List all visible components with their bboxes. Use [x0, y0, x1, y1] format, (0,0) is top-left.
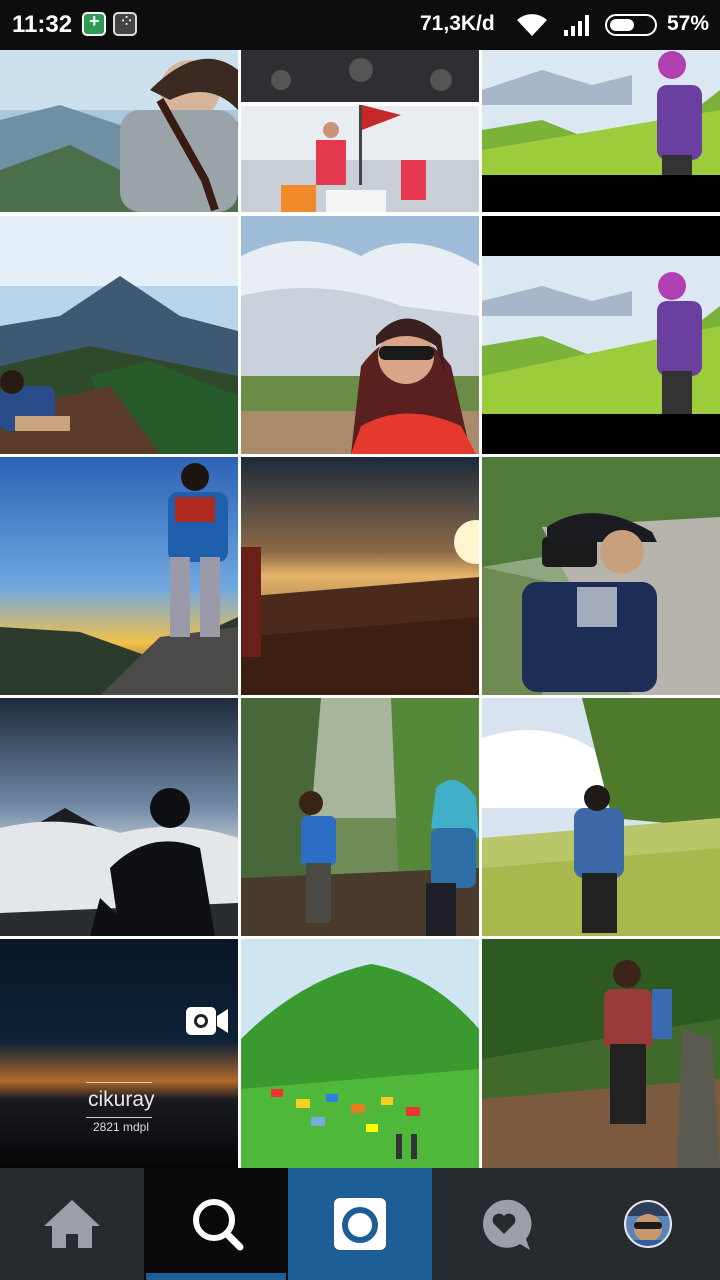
heart-bubble-icon	[483, 1199, 532, 1250]
wifi-icon	[517, 14, 547, 36]
shield-notification-icon	[82, 11, 106, 36]
video-subtitle: 2821 mdpl	[92, 1120, 150, 1134]
nav-camera-button[interactable]	[288, 1168, 432, 1280]
cell-signal-icon	[564, 15, 589, 36]
nav-profile-button[interactable]	[576, 1168, 720, 1280]
video-title: cikuray	[88, 1088, 155, 1111]
bottom-navigation	[0, 1168, 720, 1280]
network-speed: 71,3K/d	[420, 12, 495, 35]
photo-tile[interactable]	[241, 698, 479, 936]
active-tab-indicator	[146, 1273, 286, 1280]
home-icon	[44, 1200, 100, 1248]
battery-percent: 57%	[667, 12, 710, 35]
battery-icon	[605, 14, 657, 36]
bbm-icon	[113, 11, 137, 36]
nav-activity-button[interactable]	[432, 1168, 576, 1280]
video-camera-icon	[186, 1007, 228, 1035]
photo-tile[interactable]	[241, 939, 479, 1168]
title-divider	[86, 1082, 152, 1083]
profile-avatar-icon	[624, 1200, 672, 1248]
status-time: 11:32	[12, 11, 73, 38]
title-divider	[86, 1117, 152, 1118]
nav-search-button[interactable]	[144, 1168, 288, 1280]
photo-tile[interactable]	[482, 698, 720, 936]
photo-tile[interactable]	[482, 216, 720, 454]
status-bar: 11:32 71,3K/d 57%	[0, 0, 720, 50]
photo-tile[interactable]	[241, 457, 479, 695]
camera-icon	[334, 1198, 386, 1250]
photo-tile[interactable]	[0, 457, 238, 695]
explore-photo-grid: putriham	[0, 50, 720, 1212]
photo-tile[interactable]	[482, 939, 720, 1168]
nav-home-button[interactable]	[0, 1168, 144, 1280]
photo-tile[interactable]	[482, 457, 720, 695]
photo-tile[interactable]	[0, 698, 238, 936]
photo-tile[interactable]	[0, 216, 238, 454]
search-icon	[193, 1199, 244, 1251]
video-tile[interactable]	[0, 939, 238, 1177]
photo-tile[interactable]	[241, 216, 479, 454]
